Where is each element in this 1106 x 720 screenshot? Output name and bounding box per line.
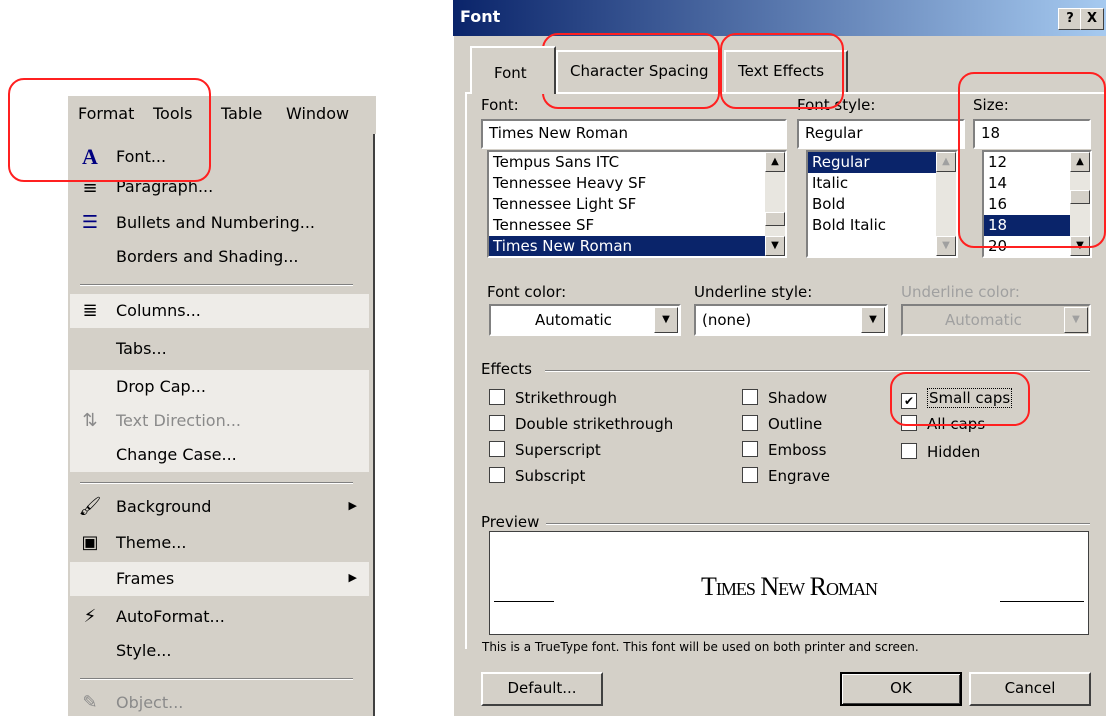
preview-label: Preview <box>481 513 540 531</box>
menu-table[interactable]: Table <box>221 104 262 123</box>
paragraph-icon: ≣ <box>82 176 98 197</box>
font-color-label: Font color: <box>487 283 567 301</box>
font-info-text: This is a TrueType font. This font will … <box>482 640 919 654</box>
help-button[interactable]: ? <box>1058 8 1082 30</box>
font-input[interactable]: Times New Roman <box>481 119 787 149</box>
subscript-checkbox[interactable]: Subscript <box>489 467 585 485</box>
font-style-list[interactable]: Regular Italic Bold Bold Italic ▲ ▼ <box>806 150 958 258</box>
menu-item-frames[interactable]: Frames ▶ <box>70 562 369 596</box>
menu-window[interactable]: Window <box>286 104 349 123</box>
menu-item-columns[interactable]: ≣ Columns... <box>70 294 369 328</box>
tab-font[interactable]: Font <box>470 46 556 94</box>
scroll-down-icon[interactable]: ▼ <box>1070 236 1090 256</box>
font-style-input[interactable]: Regular <box>797 119 965 149</box>
outline-checkbox[interactable]: Outline <box>742 415 822 433</box>
superscript-checkbox[interactable]: Superscript <box>489 441 601 459</box>
font-style-option[interactable]: Bold Italic <box>808 215 956 236</box>
menu-tools[interactable]: Tools <box>153 104 192 123</box>
font-option-selected[interactable]: Times New Roman <box>489 236 785 256</box>
menu-item-borders[interactable]: Borders and Shading... <box>70 240 369 274</box>
font-list[interactable]: Tempus Sans ITC Tennessee Heavy SF Tenne… <box>487 150 787 258</box>
shadow-checkbox[interactable]: Shadow <box>742 389 827 407</box>
preview-box: Times New Roman <box>489 531 1089 635</box>
scroll-up-icon: ▲ <box>936 152 956 172</box>
font-style-scrollbar: ▲ ▼ <box>936 152 956 256</box>
scroll-up-icon[interactable]: ▲ <box>765 152 785 172</box>
menu-item-font[interactable]: A Font... <box>70 140 369 174</box>
all-caps-checkbox[interactable]: All caps <box>901 415 985 433</box>
dialog-titlebar <box>453 0 1106 36</box>
submenu-arrow-icon: ▶ <box>348 571 357 584</box>
format-menu-dropdown: A Font... ≣ Paragraph... ☰ Bullets and N… <box>68 134 375 716</box>
ok-button[interactable]: OK <box>840 672 962 706</box>
menu-format[interactable]: Format <box>78 104 134 123</box>
double-strikethrough-checkbox[interactable]: Double strikethrough <box>489 415 673 433</box>
font-color-select[interactable]: Automatic ▼ <box>489 304 681 336</box>
size-label: Size: <box>973 96 1009 114</box>
theme-icon: ▣ <box>81 532 99 553</box>
font-label: Font: <box>481 96 519 114</box>
underline-color-select: Automatic ▼ <box>901 304 1091 336</box>
hidden-checkbox[interactable]: Hidden <box>901 443 980 461</box>
font-option[interactable]: Tennessee Light SF <box>489 194 785 215</box>
default-button[interactable]: Default... <box>481 672 603 706</box>
font-option[interactable]: Tempus Sans ITC <box>489 152 785 173</box>
underline-color-label: Underline color: <box>901 283 1020 301</box>
strikethrough-checkbox[interactable]: Strikethrough <box>489 389 617 407</box>
scroll-down-icon[interactable]: ▼ <box>765 236 785 256</box>
font-option[interactable]: Tennessee Heavy SF <box>489 173 785 194</box>
tab-character-spacing[interactable]: Character Spacing <box>556 50 722 92</box>
menu-item-change-case[interactable]: Change Case... <box>70 438 369 472</box>
emboss-checkbox[interactable]: Emboss <box>742 441 826 459</box>
autoformat-icon: ⚡ <box>83 606 97 627</box>
scroll-thumb[interactable] <box>1070 190 1090 204</box>
menu-item-style[interactable]: Style... <box>70 634 369 668</box>
font-A-icon: A <box>82 144 98 169</box>
size-input[interactable]: 18 <box>973 119 1091 149</box>
size-list[interactable]: 12 14 16 18 20 ▲ ▼ <box>982 150 1092 258</box>
font-style-option-selected[interactable]: Regular <box>808 152 956 173</box>
dropdown-arrow-icon[interactable]: ▼ <box>861 307 885 333</box>
text-direction-icon: ⇅ <box>82 410 98 431</box>
menu-item-drop-cap[interactable]: Drop Cap... <box>70 370 369 404</box>
underline-style-label: Underline style: <box>694 283 813 301</box>
bullets-icon: ☰ <box>81 212 99 233</box>
underline-style-select[interactable]: (none) ▼ <box>694 304 888 336</box>
menu-item-tabs[interactable]: Tabs... <box>70 332 369 366</box>
menu-item-bullets[interactable]: ☰ Bullets and Numbering... <box>70 206 369 240</box>
scroll-thumb[interactable] <box>765 212 785 226</box>
font-list-scrollbar[interactable]: ▲ ▼ <box>765 152 785 256</box>
menu-item-text-direction: ⇅ Text Direction... <box>70 404 369 438</box>
preview-text: Times New Roman <box>701 572 878 601</box>
columns-icon: ≣ <box>82 300 98 321</box>
dialog-title: Font <box>460 7 501 26</box>
scroll-up-icon[interactable]: ▲ <box>1070 152 1090 172</box>
size-list-scrollbar[interactable]: ▲ ▼ <box>1070 152 1090 256</box>
menu-item-autoformat[interactable]: ⚡ AutoFormat... <box>70 600 369 634</box>
engrave-checkbox[interactable]: Engrave <box>742 467 830 485</box>
background-icon: 🖌 <box>78 496 102 517</box>
small-caps-checkbox[interactable]: ✔ Small caps <box>901 388 1013 409</box>
close-button[interactable]: X <box>1080 8 1104 30</box>
dropdown-arrow-icon: ▼ <box>1064 307 1088 333</box>
menu-bar: Format Tools Table Window <box>68 96 376 134</box>
menu-item-theme[interactable]: ▣ Theme... <box>70 526 369 560</box>
submenu-arrow-icon: ▶ <box>348 499 357 512</box>
menu-item-background[interactable]: 🖌 Background ▶ <box>70 490 369 524</box>
cancel-button[interactable]: Cancel <box>969 672 1091 706</box>
object-icon: ✎ <box>82 692 98 713</box>
menu-item-object: ✎ Object... <box>70 686 369 720</box>
scroll-down-icon: ▼ <box>936 236 956 256</box>
font-style-label: Font style: <box>797 96 876 114</box>
font-option[interactable]: Tennessee SF <box>489 215 785 236</box>
font-style-option[interactable]: Bold <box>808 194 956 215</box>
font-style-option[interactable]: Italic <box>808 173 956 194</box>
tab-text-effects[interactable]: Text Effects <box>724 50 848 92</box>
effects-label: Effects <box>481 360 532 378</box>
dropdown-arrow-icon[interactable]: ▼ <box>654 307 678 333</box>
menu-item-paragraph[interactable]: ≣ Paragraph... <box>70 170 369 204</box>
checkmark-icon: ✔ <box>901 393 917 409</box>
